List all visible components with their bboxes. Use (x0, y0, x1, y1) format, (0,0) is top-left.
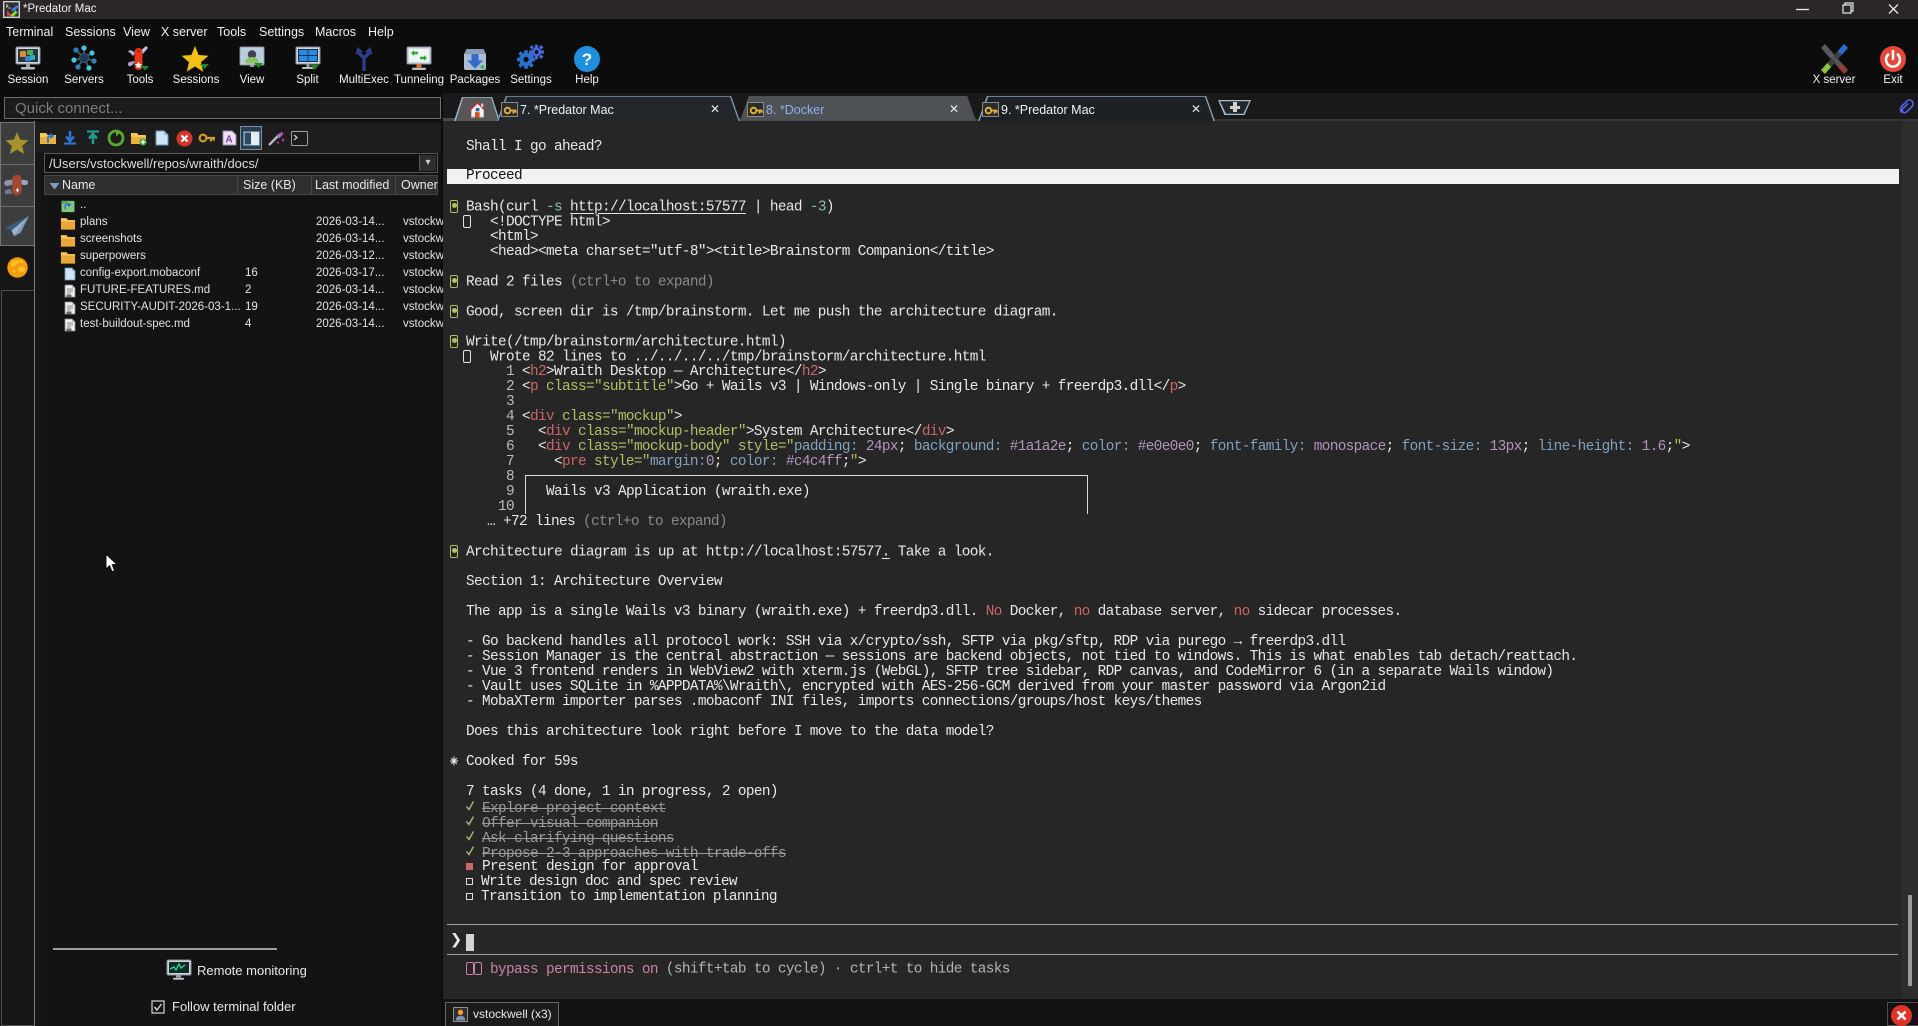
svg-text:A: A (225, 135, 232, 146)
